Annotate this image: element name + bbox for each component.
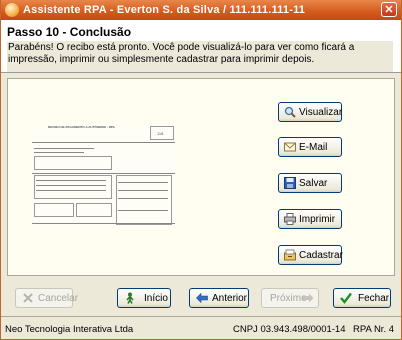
checkmark-icon [340, 292, 352, 304]
preview-field-box [34, 156, 112, 170]
step-description: Parabéns! O recibo está pronto. Você pod… [7, 41, 393, 72]
arrow-right-icon [302, 293, 314, 303]
save-button[interactable]: Salvar [278, 173, 342, 193]
preview-rule [118, 210, 168, 211]
start-figure-icon [126, 292, 134, 304]
content-panel: RECIBO DE PAGAMENTO A AUTÔNOMO - RPA 118 [7, 78, 395, 276]
finish-button-label: Fechar [358, 293, 390, 304]
preview-field-box [76, 203, 112, 217]
previous-button-label: Anterior [212, 293, 248, 304]
finish-button[interactable]: Fechar [333, 288, 391, 308]
receipt-preview-heading: RECIBO DE PAGAMENTO A AUTÔNOMO - RPA [48, 125, 115, 129]
view-button[interactable]: Visualizar [278, 102, 342, 122]
view-button-label: Visualizar [299, 107, 343, 118]
preview-rule [32, 142, 175, 143]
preview-rule [36, 180, 106, 181]
status-bar: Neo Tecnologia Interativa Ltda CNPJ 03.9… [1, 316, 401, 339]
previous-button[interactable]: Anterior [189, 288, 249, 308]
preview-rule [34, 148, 94, 149]
email-button[interactable]: E-Mail [278, 137, 342, 157]
title-bar[interactable]: Assistente RPA - Everton S. da Silva / 1… [1, 0, 401, 20]
envelope-icon [284, 142, 296, 152]
arrow-left-icon [196, 292, 208, 304]
status-company: Neo Tecnologia Interativa Ltda [5, 324, 134, 335]
cancel-x-icon [23, 293, 33, 303]
preview-rule [34, 152, 84, 153]
register-button-label: Cadastrar [299, 250, 343, 261]
print-button[interactable]: Imprimir [278, 209, 342, 229]
preview-rule [118, 182, 168, 183]
preview-field-box [34, 175, 112, 199]
preview-rule [36, 190, 106, 191]
close-button[interactable]: ✕ [381, 2, 397, 17]
receipt-number-box: 118 [150, 126, 174, 140]
step-header: Passo 10 - Conclusão Parabéns! O recibo … [1, 20, 401, 72]
app-icon [5, 3, 19, 17]
save-button-label: Salvar [299, 178, 328, 189]
window-title: Assistente RPA - Everton S. da Silva / 1… [23, 4, 306, 16]
preview-rule [36, 185, 106, 186]
start-button[interactable]: Início [117, 288, 171, 308]
preview-rule [32, 173, 175, 174]
assistant-window: Assistente RPA - Everton S. da Silva / 1… [0, 0, 402, 340]
start-button-label: Início [144, 293, 168, 304]
status-cnpj: CNPJ 03.943.498/0001-14 [233, 324, 346, 335]
print-button-label: Imprimir [299, 214, 336, 225]
preview-rule [118, 190, 168, 191]
register-button[interactable]: Cadastrar [278, 245, 343, 265]
floppy-disk-icon [284, 177, 296, 189]
next-button[interactable]: Próximo [261, 288, 319, 308]
preview-field-box [34, 203, 74, 217]
preview-rule [32, 223, 175, 224]
receipt-preview-thumbnail[interactable]: RECIBO DE PAGAMENTO A AUTÔNOMO - RPA 118 [32, 124, 175, 226]
register-archive-icon [284, 249, 296, 261]
cancel-button[interactable]: Cancelar [15, 288, 78, 308]
step-title: Passo 10 - Conclusão [7, 25, 132, 39]
receipt-preview-number: 118 [157, 131, 164, 136]
preview-rule [118, 198, 168, 199]
magnifier-icon [284, 106, 296, 118]
cancel-button-label: Cancelar [38, 293, 79, 304]
status-rpa-number: RPA Nr. 4 [353, 324, 395, 335]
header-divider [1, 72, 401, 73]
email-button-label: E-Mail [299, 142, 328, 153]
printer-icon [284, 213, 296, 225]
